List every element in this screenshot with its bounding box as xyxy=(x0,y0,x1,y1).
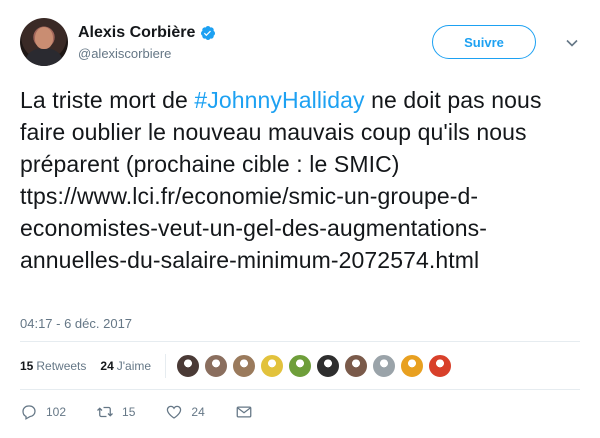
likes-count: 24 xyxy=(100,359,114,373)
like-count: 24 xyxy=(191,405,205,419)
chevron-down-icon[interactable] xyxy=(565,36,579,50)
tweet-text-after: ne doit pas nous faire oublier le nouvea… xyxy=(20,87,542,273)
user-handle[interactable]: @alexiscorbiere xyxy=(78,46,216,61)
likes-stat[interactable]: 24 J'aime xyxy=(100,359,151,373)
verified-badge-icon xyxy=(201,26,216,40)
hashtag-link[interactable]: #JohnnyHalliday xyxy=(194,87,364,113)
divider xyxy=(20,341,580,342)
avatar-3[interactable] xyxy=(232,354,257,378)
display-name[interactable]: Alexis Corbière xyxy=(78,24,195,42)
avatar-7[interactable] xyxy=(344,354,369,378)
envelope-icon xyxy=(236,406,252,418)
retweets-stat[interactable]: 15 Retweets xyxy=(20,359,86,373)
retweet-icon xyxy=(97,406,113,418)
reply-button[interactable]: 102 xyxy=(20,403,66,421)
follow-button[interactable]: Suivre xyxy=(432,25,536,59)
avatar-5[interactable] xyxy=(288,354,313,378)
like-button[interactable]: 24 xyxy=(165,403,205,421)
tweet-text-before: La triste mort de xyxy=(20,87,195,113)
liker-avatars xyxy=(176,354,456,378)
stats-separator xyxy=(165,354,167,378)
retweets-label: Retweets xyxy=(36,359,87,373)
reply-count: 102 xyxy=(46,405,67,419)
retweet-count: 15 xyxy=(122,405,136,419)
retweet-button[interactable]: 15 xyxy=(96,403,135,421)
avatar-2[interactable] xyxy=(204,354,229,378)
tweet-stats: 15 Retweets 24 J'aime xyxy=(20,352,580,380)
tweet-header: Alexis Corbière @alexiscorbiere Suivre xyxy=(20,18,580,68)
divider xyxy=(20,389,580,390)
tweet-text: La triste mort de #JohnnyHalliday ne doi… xyxy=(20,84,580,276)
message-button[interactable] xyxy=(235,403,261,421)
timestamp[interactable]: 04:17 - 6 déc. 2017 xyxy=(20,316,132,331)
avatar-6[interactable] xyxy=(316,354,341,378)
avatar-9[interactable] xyxy=(400,354,425,378)
likes-label: J'aime xyxy=(116,359,152,373)
avatar-10[interactable] xyxy=(428,354,453,378)
avatar-4[interactable] xyxy=(260,354,285,378)
heart-icon xyxy=(167,405,182,419)
reply-icon xyxy=(22,405,36,420)
avatar-8[interactable] xyxy=(372,354,397,378)
user-info[interactable]: Alexis Corbière @alexiscorbiere xyxy=(78,23,216,61)
retweets-count: 15 xyxy=(20,359,34,373)
avatar[interactable] xyxy=(20,18,68,66)
avatar-1[interactable] xyxy=(176,354,201,378)
tweet-actions: 102 15 24 xyxy=(20,400,580,424)
